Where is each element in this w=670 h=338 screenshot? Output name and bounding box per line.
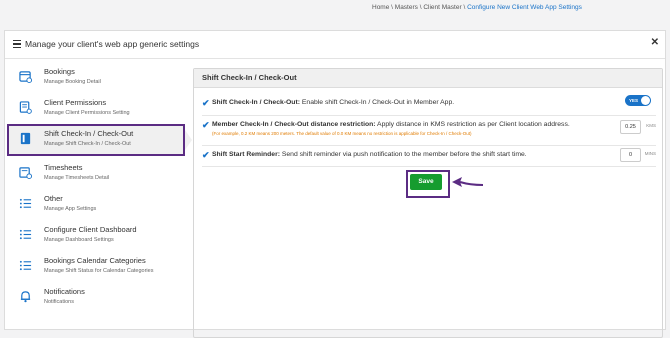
sidebar-item-label: Client Permissions <box>44 98 107 108</box>
sidebar-item-sub: Manage Timesheets Detail <box>44 174 110 181</box>
sidebar-item-calendar-categories[interactable]: Bookings Calendar Categories Manage Shif… <box>7 251 185 281</box>
breadcrumb-separator: \ <box>463 4 466 11</box>
close-icon[interactable]: ✕ <box>651 37 659 48</box>
reminder-input[interactable]: 0 <box>620 148 641 162</box>
reminder-unit: MINS <box>644 151 656 156</box>
sidebar-item-sub: Manage App Settings <box>44 205 97 212</box>
divider <box>202 145 656 146</box>
breadcrumb-separator: \ <box>419 4 422 11</box>
check-icon: ✔ <box>202 150 210 160</box>
sidebar-item-sub: Manage Client Permissions Setting <box>44 110 130 117</box>
setting-note: (For example, 0.2 KM means 200 meters. T… <box>212 131 472 136</box>
breadcrumb: Home \ Masters \ Client Master \ Configu… <box>372 4 582 11</box>
breadcrumb-home[interactable]: Home <box>372 4 389 11</box>
divider <box>202 166 656 167</box>
list-icon <box>19 229 32 240</box>
divider <box>202 115 656 116</box>
sidebar-item-label: Timesheets <box>44 162 83 172</box>
sidebar-item-other[interactable]: Other Manage App Settings <box>7 189 185 219</box>
sidebar-item-sub: Manage Shift Check-In / Check-Out <box>44 141 131 148</box>
pointer-arrow-icon <box>452 177 484 187</box>
breadcrumb-client-master[interactable]: Client Master <box>423 4 461 11</box>
check-in-toggle[interactable]: YES <box>625 95 651 106</box>
sidebar-item-label: Configure Client Dashboard <box>44 224 137 234</box>
distance-unit: KMS <box>646 123 656 128</box>
sidebar-item-sub: Manage Dashboard Settings <box>44 236 114 243</box>
sidebar-item-label: Other <box>44 193 63 203</box>
distance-input[interactable]: 0.25 <box>620 120 641 134</box>
section-title: Shift Check-In / Check-Out <box>194 69 662 88</box>
breadcrumb-separator: \ <box>391 4 393 11</box>
list-icon <box>19 198 32 208</box>
setting-description: Send shift reminder via push notificatio… <box>279 151 527 158</box>
sidebar-item-shift-check-in[interactable]: Shift Check-In / Check-Out Manage Shift … <box>7 124 192 157</box>
menu-icon[interactable] <box>13 40 21 50</box>
settings-panel: Manage your client's web app generic set… <box>4 30 666 338</box>
setting-description: Apply distance in KMS restriction as per… <box>375 121 570 128</box>
timesheets-icon <box>19 166 32 179</box>
sidebar-item-client-permissions[interactable]: Client Permissions Manage Client Permiss… <box>7 93 185 123</box>
bookings-icon <box>19 71 32 83</box>
list-icon <box>19 260 32 271</box>
breadcrumb-current[interactable]: Configure New Client Web App Settings <box>467 4 582 11</box>
sidebar-item-timesheets[interactable]: Timesheets Manage Timesheets Detail <box>7 158 185 188</box>
sidebar-item-label: Bookings <box>44 67 75 76</box>
sidebar-item-sub: Notifications <box>44 299 74 306</box>
permissions-icon <box>19 101 32 115</box>
panel-header: Manage your client's web app generic set… <box>5 31 665 59</box>
setting-description: Enable shift Check-In / Check-Out in Mem… <box>300 99 455 106</box>
breadcrumb-masters[interactable]: Masters <box>395 4 418 11</box>
check-icon: ✔ <box>202 120 210 130</box>
check-icon: ✔ <box>202 98 210 108</box>
setting-label: Member Check-In / Check-Out distance res… <box>212 121 376 128</box>
setting-label: Shift Check-In / Check-Out: <box>212 99 300 106</box>
sidebar-item-configure-dashboard[interactable]: Configure Client Dashboard Manage Dashbo… <box>7 220 185 250</box>
sidebar: Bookings Manage Booking Detail Client Pe… <box>7 62 192 314</box>
sidebar-item-sub: Manage Booking Detail <box>44 79 101 85</box>
check-in-icon <box>20 133 31 145</box>
sidebar-item-bookings[interactable]: Bookings Manage Booking Detail <box>7 62 185 92</box>
toggle-label: YES <box>629 97 639 103</box>
bell-icon <box>20 291 31 303</box>
setting-label: Shift Start Reminder: <box>212 151 280 158</box>
save-highlight: Save <box>406 170 450 198</box>
sidebar-item-label: Bookings Calendar Categories <box>44 256 146 266</box>
sidebar-item-label: Shift Check-In / Check-Out <box>44 129 134 139</box>
page-title: Manage your client's web app generic set… <box>25 39 200 49</box>
save-button[interactable]: Save <box>410 174 442 190</box>
settings-section: Shift Check-In / Check-Out ✔ Shift Check… <box>193 68 663 338</box>
sidebar-item-label: Notifications <box>44 287 85 297</box>
sidebar-item-notifications[interactable]: Notifications Notifications <box>7 282 185 312</box>
sidebar-item-sub: Manage Shift Status for Calendar Categor… <box>44 268 154 275</box>
